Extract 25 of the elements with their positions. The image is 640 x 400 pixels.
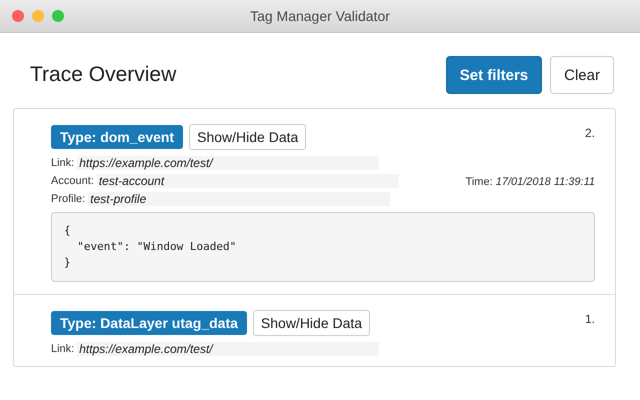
field-label: Link:: [51, 157, 74, 169]
field-value: test-account: [96, 174, 399, 188]
type-badge: Type: dom_event: [51, 125, 184, 149]
field-value: https://example.com/test/: [77, 342, 380, 356]
field-value: test-profile: [88, 192, 390, 206]
field-value: https://example.com/test/: [77, 156, 380, 170]
event-time: Time: 17/01/2018 11:39:11: [466, 176, 595, 190]
toggle-data-button[interactable]: Show/Hide Data: [189, 124, 306, 150]
event-number: 2.: [584, 125, 595, 140]
field-label: Link:: [51, 343, 74, 355]
code-line: "event": "Window Loaded": [76, 239, 238, 255]
code-line: }: [64, 255, 72, 271]
minimize-icon[interactable]: [32, 10, 44, 22]
toggle-data-button[interactable]: Show/Hide Data: [252, 310, 370, 336]
clear-button[interactable]: Clear: [550, 56, 614, 94]
filter-button[interactable]: Set filters: [446, 56, 542, 94]
close-icon[interactable]: [12, 10, 24, 22]
type-badge: Type: DataLayer utag_data: [51, 311, 247, 335]
field-label: Profile:: [51, 193, 86, 205]
field-label: Account:: [51, 175, 94, 187]
page-heading: Trace Overview: [30, 63, 176, 87]
zoom-icon[interactable]: [52, 10, 64, 22]
window-title: Tag Manager Validator: [250, 8, 390, 24]
event-number: 1.: [584, 311, 595, 326]
code-line: {: [64, 223, 72, 239]
